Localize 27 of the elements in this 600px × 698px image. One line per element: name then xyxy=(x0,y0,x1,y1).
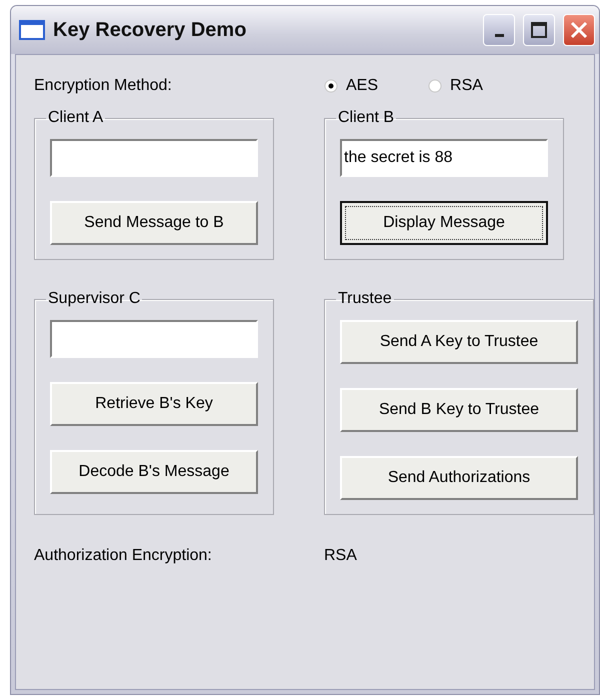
window-icon xyxy=(19,20,45,40)
action-button[interactable]: Decode B's Message xyxy=(50,450,258,494)
input-field[interactable]: the secret is 88 xyxy=(340,139,548,177)
input-field[interactable] xyxy=(50,320,258,358)
field-label: Encryption Method: xyxy=(34,77,173,95)
maximize-icon xyxy=(530,21,548,39)
minimize-icon xyxy=(494,34,504,36)
group-title: Client A xyxy=(47,109,104,127)
action-button[interactable]: Send Authorizations xyxy=(340,456,578,500)
action-button[interactable]: Retrieve B's Key xyxy=(50,382,258,426)
group-title: Client B xyxy=(337,109,396,127)
action-button[interactable]: Send Message to B xyxy=(50,201,258,245)
close-button[interactable] xyxy=(563,14,595,46)
maximize-button[interactable] xyxy=(523,14,555,46)
radio-option[interactable]: AES xyxy=(324,77,378,95)
action-button[interactable]: Send B Key to Trustee xyxy=(340,388,578,432)
field-label: Authorization Encryption: xyxy=(34,547,213,565)
window-title: Key Recovery Demo xyxy=(53,18,248,42)
input-field[interactable] xyxy=(50,139,258,177)
minimize-button[interactable] xyxy=(483,14,515,46)
close-icon xyxy=(569,20,589,40)
field-value: RSA xyxy=(324,547,357,565)
group-title: Trustee xyxy=(337,290,393,308)
action-button[interactable]: Display Message xyxy=(340,201,548,245)
action-button[interactable]: Send A Key to Trustee xyxy=(340,320,578,364)
group-title: Supervisor C xyxy=(47,290,142,308)
radio-option[interactable]: RSA xyxy=(428,77,483,95)
